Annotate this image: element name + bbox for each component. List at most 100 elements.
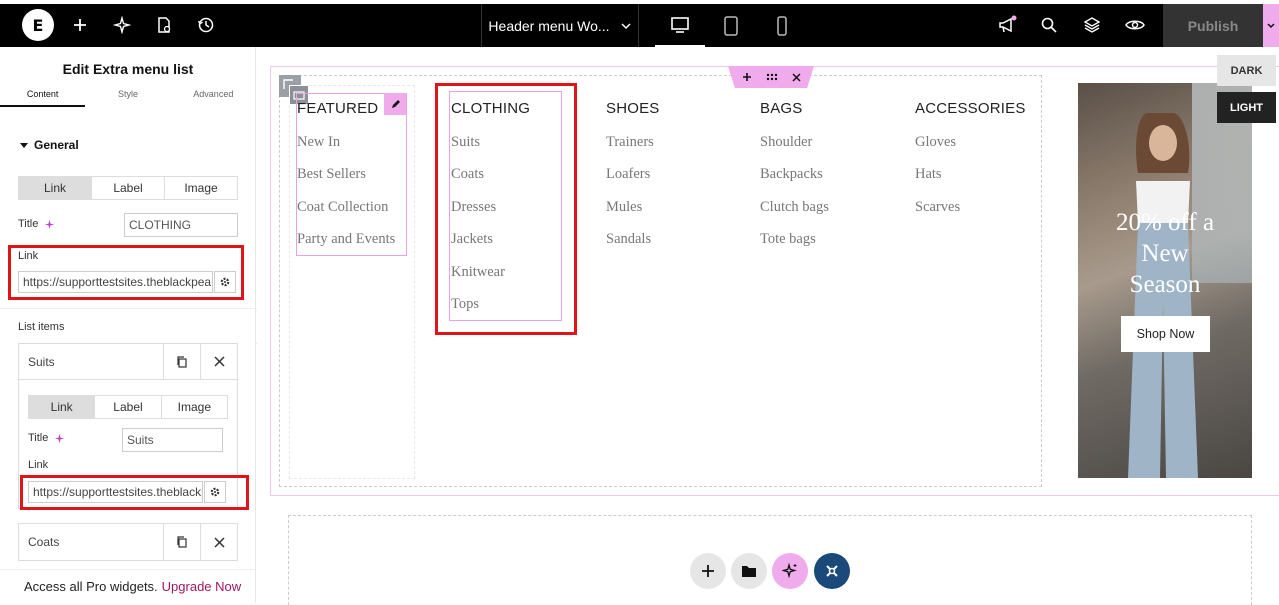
shop-now-button[interactable]: Shop Now	[1121, 316, 1210, 352]
type-link-option[interactable]: Link	[19, 177, 92, 199]
publish-button[interactable]: Publish	[1163, 4, 1263, 47]
panel-tabs: Content Style Advanced	[0, 87, 256, 107]
chevron-down-icon	[621, 22, 631, 29]
menu-link[interactable]: Backpacks	[760, 166, 823, 183]
duplicate-button[interactable]	[163, 343, 200, 380]
tab-style[interactable]: Style	[85, 87, 170, 107]
upgrade-now-link[interactable]: Upgrade Now	[162, 579, 242, 594]
column-heading[interactable]: CLOTHING	[451, 100, 561, 117]
link-label: Link	[18, 250, 39, 262]
duplicate-icon	[177, 355, 187, 368]
promo-banner[interactable]: 20% off a New Season Shop Now	[1078, 83, 1252, 478]
ai-sparkle-icon[interactable]	[54, 433, 65, 444]
section-title: General	[34, 138, 79, 152]
title-label: Title	[28, 432, 65, 444]
menu-link[interactable]: Loafers	[606, 166, 650, 183]
preview-eye-icon[interactable]	[1123, 13, 1147, 37]
navigator-icon	[826, 565, 838, 577]
tab-advanced[interactable]: Advanced	[171, 87, 256, 107]
plus-icon	[702, 565, 714, 577]
add-section-button[interactable]	[690, 553, 726, 589]
type-link-option[interactable]: Link	[29, 396, 96, 418]
menu-link[interactable]: Scarves	[915, 199, 960, 216]
menu-link[interactable]: Tote bags	[760, 231, 816, 248]
column-heading[interactable]: FEATURED	[297, 100, 407, 117]
section-toolbar	[728, 66, 814, 88]
plus-icon[interactable]	[742, 72, 752, 82]
list-item-title[interactable]: Coats	[19, 535, 163, 549]
menu-link[interactable]: Suits	[451, 134, 480, 151]
desktop-icon	[671, 16, 689, 33]
title-label: Title	[18, 218, 55, 230]
top-bar: E Header menu Wo... Publish	[0, 4, 1279, 47]
document-title-dropdown[interactable]: Header menu Wo...	[481, 4, 639, 47]
site-settings-icon[interactable]	[152, 13, 176, 37]
divider	[0, 308, 256, 309]
section-general-toggle[interactable]: General	[20, 138, 79, 152]
link-url-input[interactable]: https://supporttestsites.theblackpearls	[18, 271, 213, 293]
menu-link[interactable]: Sandals	[606, 231, 651, 248]
megaphone-icon[interactable]	[995, 13, 1019, 37]
duplicate-button[interactable]	[163, 524, 200, 560]
mobile-view-button[interactable]	[757, 4, 807, 47]
menu-link[interactable]: Clutch bags	[760, 199, 829, 216]
mobile-icon	[777, 15, 787, 36]
title-input[interactable]: Suits	[122, 428, 223, 452]
menu-link[interactable]: Dresses	[451, 199, 496, 216]
remove-button[interactable]	[200, 343, 237, 380]
menu-link[interactable]: Knitwear	[451, 264, 505, 281]
desktop-view-button[interactable]	[655, 4, 705, 47]
menu-link[interactable]: Mules	[606, 199, 642, 216]
link-url-input[interactable]: https://supporttestsites.theblackpe	[28, 481, 203, 503]
add-element-icon[interactable]	[68, 13, 92, 37]
column-heading[interactable]: SHOES	[606, 100, 726, 117]
list-item-title[interactable]: Suits	[19, 355, 163, 369]
tablet-view-button[interactable]	[706, 4, 756, 47]
link-options-button[interactable]	[204, 481, 226, 503]
menu-link[interactable]: Party and Events	[297, 231, 395, 248]
type-label-option[interactable]: Label	[95, 396, 162, 418]
tab-content[interactable]: Content	[0, 87, 86, 107]
title-input[interactable]: CLOTHING	[124, 213, 238, 237]
type-image-option[interactable]: Image	[165, 177, 237, 199]
menu-link[interactable]: Gloves	[915, 134, 956, 151]
pro-promo-bar: Access all Pro widgets. Upgrade Now	[0, 569, 256, 603]
ai-builder-button[interactable]	[772, 553, 808, 589]
menu-link[interactable]: Shoulder	[760, 134, 812, 151]
link-options-button[interactable]	[214, 271, 236, 293]
close-icon	[213, 536, 225, 548]
light-mode-button[interactable]: LIGHT	[1217, 92, 1276, 123]
menu-link[interactable]: Coats	[451, 166, 484, 183]
search-icon[interactable]	[1037, 13, 1061, 37]
sparkle-icon[interactable]	[110, 13, 134, 37]
item-type-switch: Link Label Image	[28, 395, 228, 419]
layers-icon[interactable]	[1080, 13, 1104, 37]
navigator-button[interactable]	[814, 553, 850, 589]
menu-link[interactable]: New In	[297, 134, 340, 151]
type-image-option[interactable]: Image	[162, 396, 227, 418]
menu-column-clothing: CLOTHING Suits Coats Dresses Jackets Kni…	[451, 100, 561, 312]
add-section-area	[288, 515, 1252, 605]
gear-icon	[220, 277, 230, 287]
elementor-logo[interactable]: E	[22, 9, 54, 41]
list-items-label: List items	[18, 321, 65, 333]
close-icon[interactable]	[791, 72, 801, 82]
drag-handle-icon[interactable]	[766, 73, 778, 81]
type-label-option[interactable]: Label	[92, 177, 165, 199]
dark-mode-button[interactable]: DARK	[1217, 55, 1276, 86]
history-icon[interactable]	[194, 13, 218, 37]
menu-link[interactable]: Coat Collection	[297, 199, 388, 216]
menu-link[interactable]: Hats	[915, 166, 942, 183]
column-heading[interactable]: ACCESSORIES	[915, 100, 1035, 117]
ai-sparkle-icon[interactable]	[44, 219, 55, 230]
remove-button[interactable]	[200, 524, 237, 560]
title-label-text: Title	[28, 432, 49, 444]
menu-link[interactable]: Trainers	[606, 134, 654, 151]
publish-options-button[interactable]	[1263, 4, 1279, 47]
add-template-button[interactable]	[731, 553, 767, 589]
menu-link[interactable]: Jackets	[451, 231, 493, 248]
column-heading[interactable]: BAGS	[760, 100, 880, 117]
promo-line-1: 20% off a	[1115, 209, 1215, 236]
menu-link[interactable]: Best Sellers	[297, 166, 366, 183]
menu-link[interactable]: Tops	[451, 296, 479, 313]
